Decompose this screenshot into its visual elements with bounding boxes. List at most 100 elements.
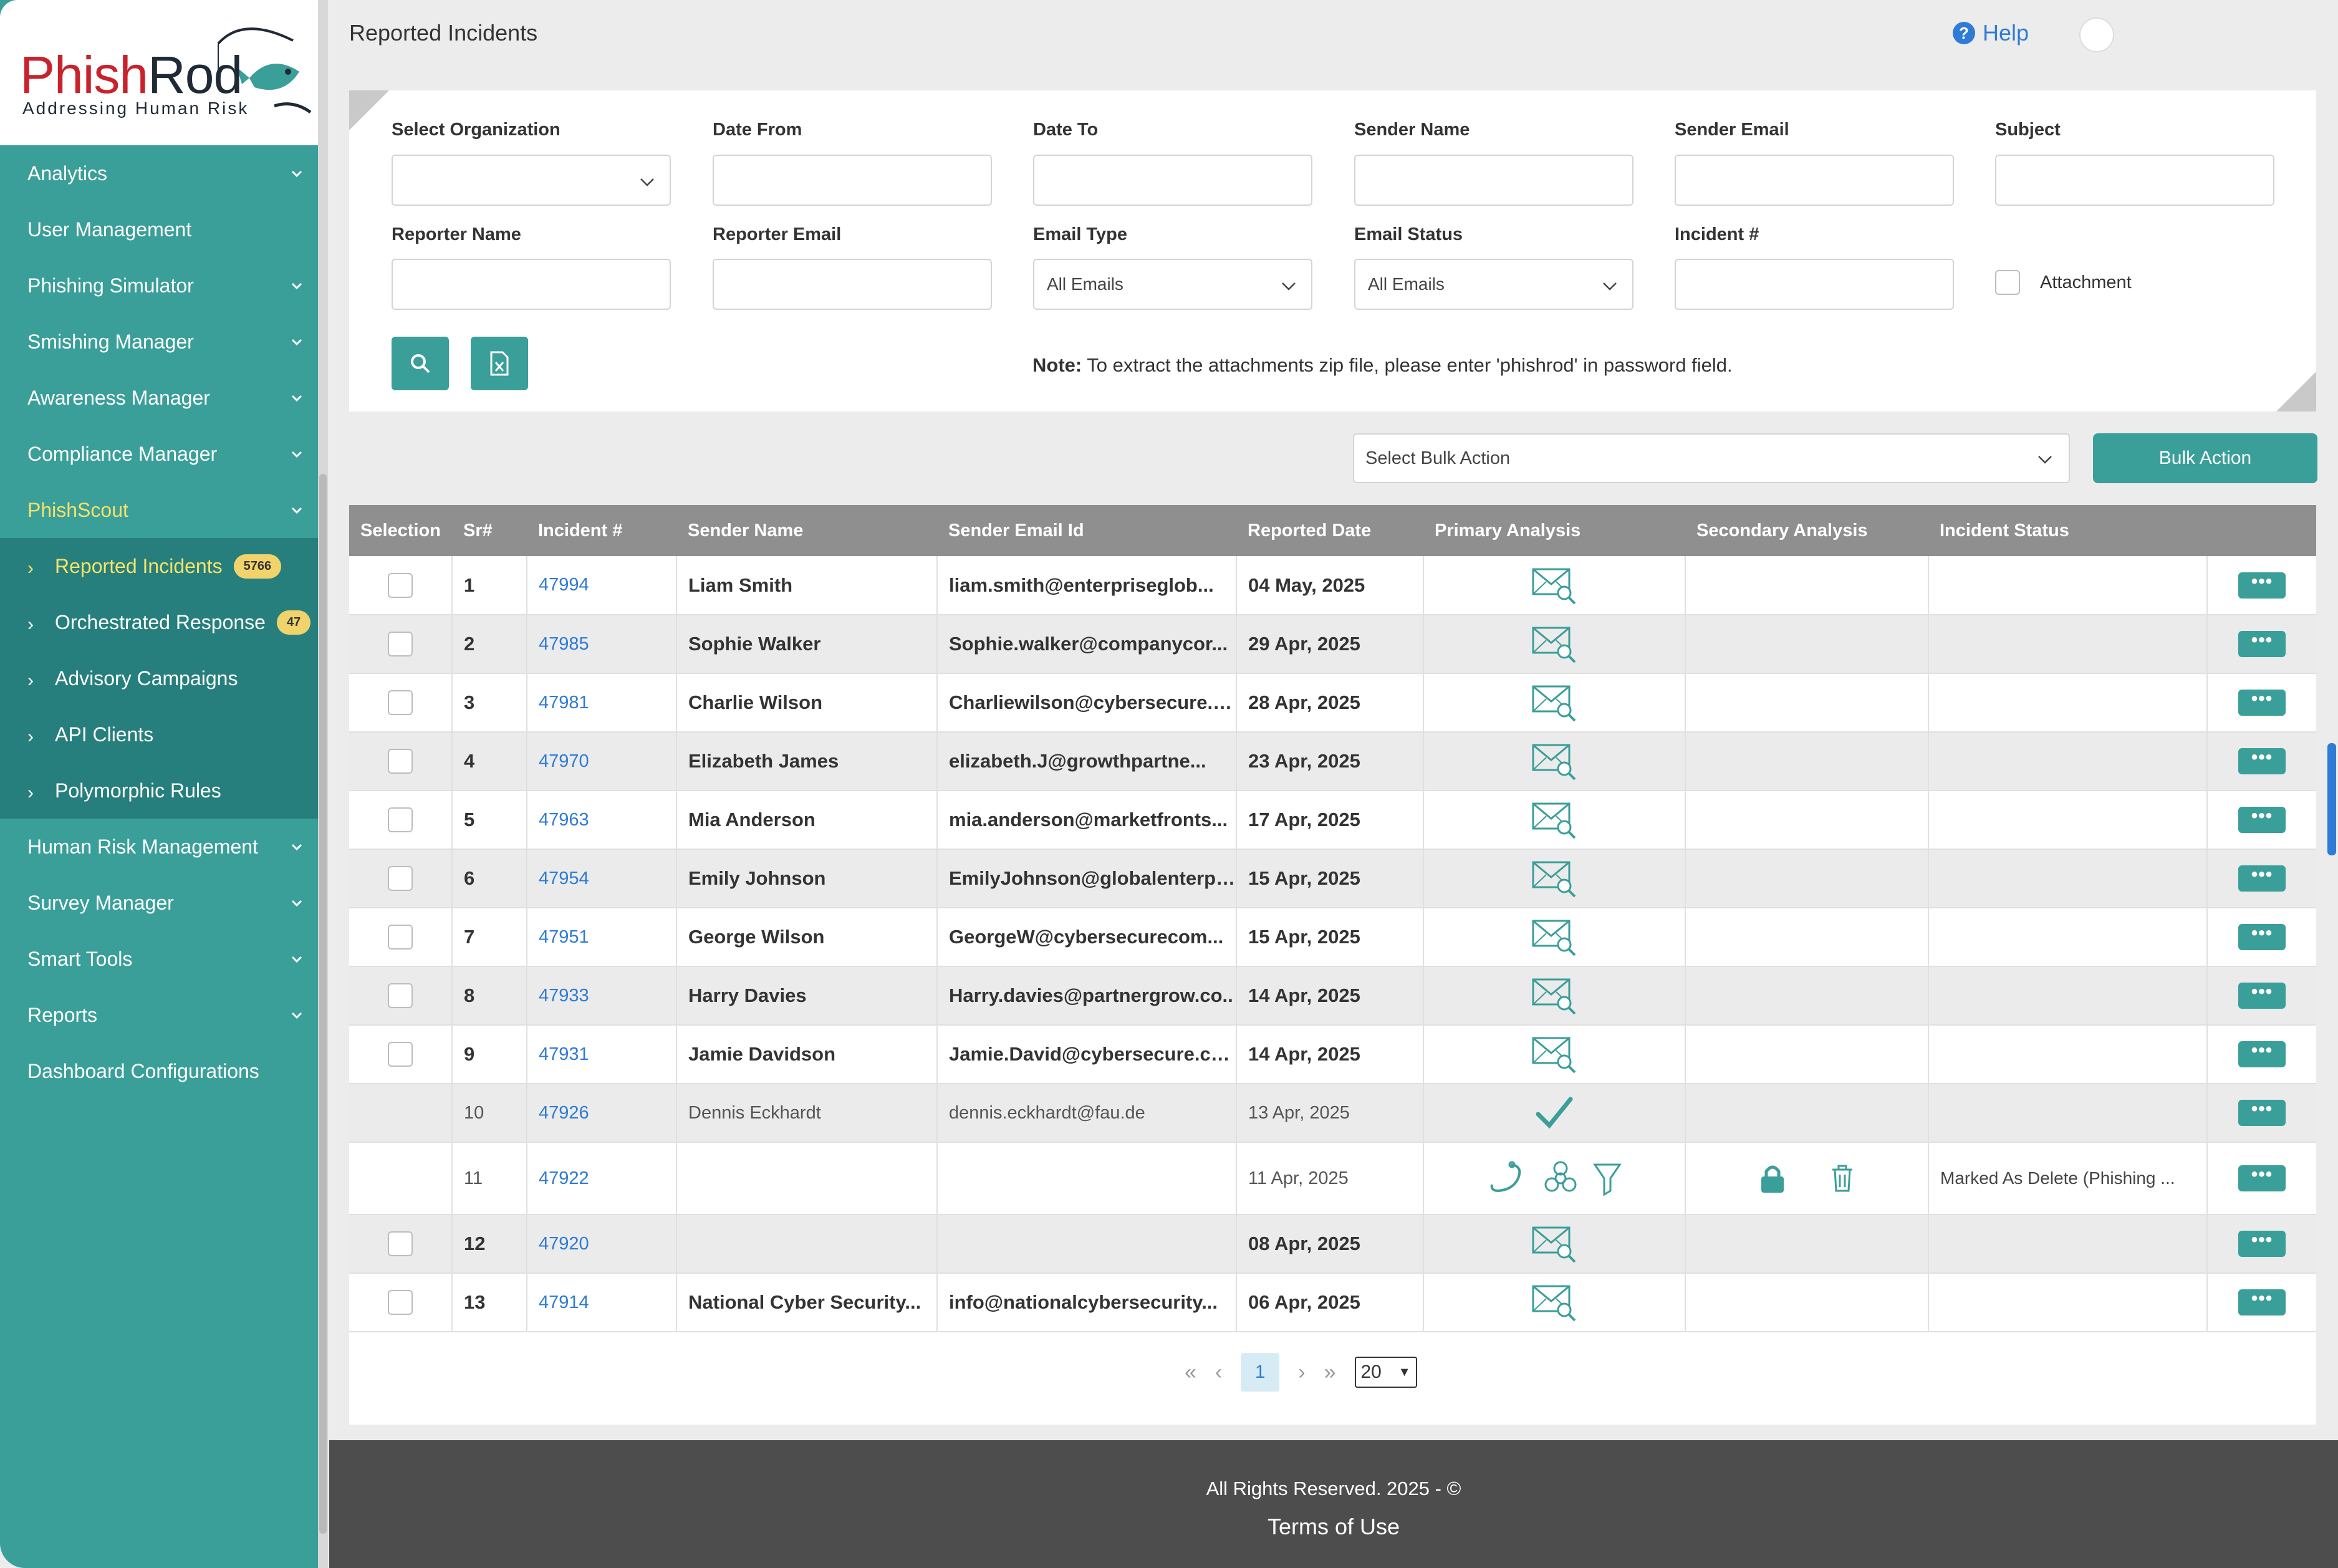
more-actions-button[interactable]: ••• xyxy=(2238,1289,2286,1315)
subject-input[interactable] xyxy=(1995,155,2274,206)
table-row[interactable]: 13 47914 National Cyber Security... info@na… xyxy=(349,1273,2316,1332)
row-checkbox[interactable] xyxy=(388,925,413,950)
mail-search-icon[interactable] xyxy=(1531,1282,1577,1322)
sidebar-item-compliance-manager[interactable]: Compliance Manager xyxy=(0,426,318,482)
more-actions-button[interactable]: ••• xyxy=(2238,1100,2286,1126)
mail-search-icon[interactable] xyxy=(1531,741,1577,781)
email-status-dropdown[interactable]: All Emails xyxy=(1354,259,1633,310)
sidebar-item-polymorphic-rules[interactable]: › Polymorphic Rules xyxy=(0,762,318,819)
lock-icon[interactable] xyxy=(1759,1163,1786,1194)
sidebar-item-smishing-manager[interactable]: Smishing Manager xyxy=(0,314,318,370)
terms-of-use-link[interactable]: Terms of Use xyxy=(329,1514,2338,1540)
incident-link[interactable]: 47920 xyxy=(527,1214,677,1273)
trash-icon[interactable] xyxy=(1830,1163,1855,1193)
search-button[interactable] xyxy=(392,337,449,390)
reporter-name-input[interactable] xyxy=(392,259,671,310)
more-actions-button[interactable]: ••• xyxy=(2238,748,2286,774)
feedback-tab[interactable] xyxy=(2327,743,2336,855)
mail-search-icon[interactable] xyxy=(1531,1224,1577,1264)
row-checkbox[interactable] xyxy=(388,632,413,657)
sidebar-item-analytics[interactable]: Analytics xyxy=(0,145,318,201)
sidebar-scrollbar-thumb[interactable] xyxy=(319,474,327,1534)
table-row[interactable]: 11 47922 11 Apr, 2025 Marked As Delete (Phi… xyxy=(349,1142,2316,1214)
export-excel-button[interactable] xyxy=(471,337,528,390)
column-header[interactable]: Incident # xyxy=(527,505,676,556)
sidebar-item-phishscout[interactable]: PhishScout xyxy=(0,482,318,538)
mail-search-icon[interactable] xyxy=(1531,683,1577,723)
row-checkbox[interactable] xyxy=(388,690,413,715)
more-actions-button[interactable]: ••• xyxy=(2238,1165,2286,1191)
more-actions-button[interactable]: ••• xyxy=(2238,865,2286,892)
incident-link[interactable]: 47931 xyxy=(527,1025,677,1084)
incident-link[interactable]: 47926 xyxy=(527,1084,677,1142)
more-actions-button[interactable]: ••• xyxy=(2238,572,2286,599)
more-actions-button[interactable]: ••• xyxy=(2238,1231,2286,1257)
column-header[interactable]: Sr# xyxy=(452,505,527,556)
avatar[interactable] xyxy=(2079,17,2114,52)
incident-link[interactable]: 47954 xyxy=(527,849,677,908)
incident-link[interactable]: 47914 xyxy=(527,1273,677,1332)
row-checkbox[interactable] xyxy=(388,749,413,774)
column-header[interactable]: Secondary Analysis xyxy=(1685,505,1928,556)
sidebar-item-awareness-manager[interactable]: Awareness Manager xyxy=(0,370,318,426)
row-checkbox[interactable] xyxy=(388,1290,413,1315)
mail-search-icon[interactable] xyxy=(1531,800,1577,840)
first-page-icon[interactable]: « xyxy=(1185,1360,1196,1385)
sender-name-input[interactable] xyxy=(1354,155,1633,206)
more-actions-button[interactable]: ••• xyxy=(2238,807,2286,833)
more-actions-button[interactable]: ••• xyxy=(2238,1041,2286,1067)
mail-search-icon[interactable] xyxy=(1531,624,1577,664)
select-organization-dropdown[interactable] xyxy=(392,155,671,206)
date-to-input[interactable] xyxy=(1033,155,1312,206)
column-header[interactable]: Selection xyxy=(349,505,452,556)
sidebar-item-reported-incidents[interactable]: › Reported Incidents 5766 xyxy=(0,538,318,594)
sidebar-item-phishing-simulator[interactable]: Phishing Simulator xyxy=(0,257,318,314)
table-row[interactable]: 6 47954 Emily Johnson EmilyJohnson@globalen… xyxy=(349,849,2316,908)
table-row[interactable]: 1 47994 Liam Smith liam.smith@enterpriseglo… xyxy=(349,556,2316,615)
last-page-icon[interactable]: » xyxy=(1324,1360,1336,1385)
bulk-action-select[interactable]: Select Bulk Action xyxy=(1353,433,2070,483)
incident-link[interactable]: 47981 xyxy=(527,673,677,732)
table-row[interactable]: 2 47985 Sophie Walker Sophie.walker@company… xyxy=(349,615,2316,673)
sender-email-input[interactable] xyxy=(1675,155,1954,206)
column-header[interactable]: Sender Name xyxy=(676,505,937,556)
sidebar-item-dashboard-configurations[interactable]: Dashboard Configurations xyxy=(0,1043,318,1099)
table-row[interactable]: 4 47970 Elizabeth James elizabeth.J@growthp… xyxy=(349,732,2316,791)
row-checkbox[interactable] xyxy=(388,1042,413,1067)
email-type-dropdown[interactable]: All Emails xyxy=(1033,259,1312,310)
table-row[interactable]: 7 47951 George Wilson GeorgeW@cybersecureco… xyxy=(349,908,2316,966)
more-actions-button[interactable]: ••• xyxy=(2238,983,2286,1009)
attachment-checkbox[interactable] xyxy=(1995,270,2020,295)
row-checkbox[interactable] xyxy=(388,572,413,598)
incident-link[interactable]: 47933 xyxy=(527,966,677,1025)
more-actions-button[interactable]: ••• xyxy=(2238,631,2286,657)
sidebar-item-user-management[interactable]: User Management xyxy=(0,201,318,257)
incident-link[interactable]: 47951 xyxy=(527,908,677,966)
table-row[interactable]: 8 47933 Harry Davies Harry.davies@partnergr… xyxy=(349,966,2316,1025)
incident-link[interactable]: 47985 xyxy=(527,615,677,673)
sidebar-item-survey-manager[interactable]: Survey Manager xyxy=(0,875,318,931)
more-actions-button[interactable]: ••• xyxy=(2238,690,2286,716)
sidebar-item-api-clients[interactable]: › API Clients xyxy=(0,706,318,762)
table-row[interactable]: 9 47931 Jamie Davidson Jamie.David@cybersec… xyxy=(349,1025,2316,1084)
reporter-email-input[interactable] xyxy=(713,259,992,310)
row-checkbox[interactable] xyxy=(388,807,413,832)
more-actions-button[interactable]: ••• xyxy=(2238,924,2286,950)
sidebar-item-human-risk-management[interactable]: Human Risk Management xyxy=(0,819,318,875)
row-checkbox[interactable] xyxy=(388,983,413,1008)
mail-search-icon[interactable] xyxy=(1531,976,1577,1016)
mail-search-icon[interactable] xyxy=(1531,917,1577,957)
bulk-action-button[interactable]: Bulk Action xyxy=(2093,433,2317,483)
row-checkbox[interactable] xyxy=(388,1231,413,1256)
table-row[interactable]: 10 47926 Dennis Eckhardt dennis.eckhardt@fa… xyxy=(349,1084,2316,1142)
row-checkbox[interactable] xyxy=(388,866,413,891)
mail-search-icon[interactable] xyxy=(1531,1034,1577,1074)
sidebar-item-reports[interactable]: Reports xyxy=(0,987,318,1043)
column-header[interactable]: Sender Email Id xyxy=(937,505,1236,556)
help-link[interactable]: ? Help xyxy=(1953,20,2029,46)
next-page-icon[interactable]: › xyxy=(1298,1360,1305,1385)
date-from-input[interactable] xyxy=(713,155,992,206)
page-number-button[interactable]: 1 xyxy=(1241,1353,1280,1392)
prev-page-icon[interactable]: ‹ xyxy=(1215,1360,1222,1385)
table-row[interactable]: 12 47920 08 Apr, 2025 ••• xyxy=(349,1214,2316,1273)
